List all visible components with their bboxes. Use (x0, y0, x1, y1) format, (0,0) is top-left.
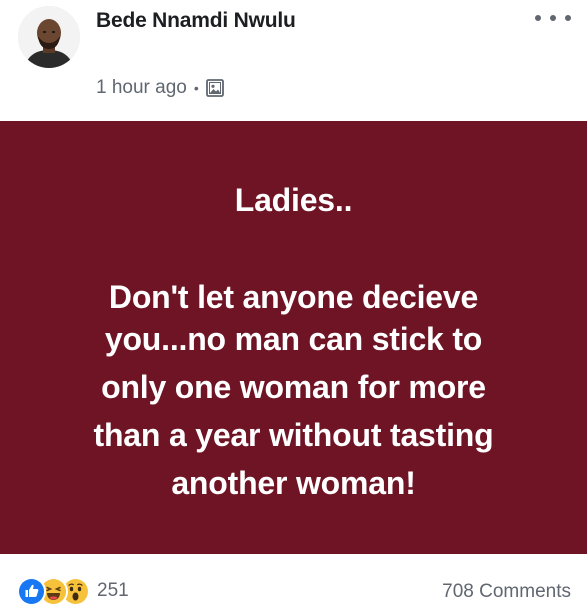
post-text-line: another woman! (171, 465, 416, 501)
reaction-count[interactable]: 251 (97, 580, 129, 602)
reactions-summary[interactable]: 251 (17, 576, 129, 606)
post-timestamp[interactable]: 1 hour ago (96, 77, 187, 99)
more-dot-icon (565, 15, 571, 21)
more-dot-icon (550, 15, 556, 21)
post-footer: 251 708 Comments (0, 554, 587, 613)
avatar[interactable] (18, 6, 80, 68)
post-text-line: Don't let anyone decieve (108, 279, 479, 315)
post-meta: 1 hour ago • (96, 76, 224, 100)
post-text-line: than a year without tasting (93, 417, 494, 453)
profile-photo-icon (18, 6, 80, 68)
post-text-line: only one woman for more (101, 369, 486, 405)
post-header: Bede Nnamdi Nwulu 1 hour ago • (0, 0, 587, 121)
more-dot-icon (535, 15, 541, 21)
post-text-line: you...no man can stick to (104, 321, 483, 357)
more-options-button[interactable] (535, 10, 571, 26)
meta-separator: • (193, 80, 199, 96)
comments-count[interactable]: 708 Comments (442, 581, 571, 603)
post-text-background: Ladies.. Don't let anyone decieve you...… (0, 121, 587, 554)
author-name[interactable]: Bede Nnamdi Nwulu (96, 9, 296, 33)
post-text-line: Ladies.. (234, 182, 353, 218)
like-icon (17, 576, 46, 606)
photo-album-icon[interactable] (205, 79, 224, 97)
